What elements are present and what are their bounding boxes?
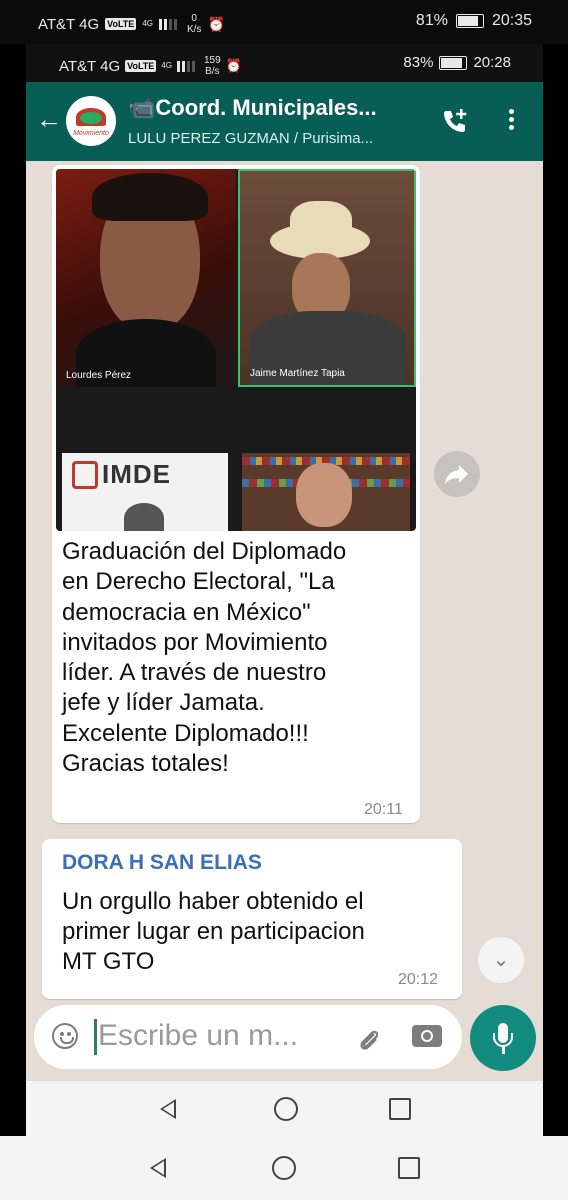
message-input-placeholder[interactable]: Escribe un m...	[98, 1019, 298, 1053]
participant-tile: IMDE	[62, 453, 228, 531]
battery-icon	[455, 14, 484, 28]
inner-screenshot: AT&T 4G VoLTE 4G 159 B/s ⏰ 83% 20:28 ← M…	[26, 44, 543, 1136]
group-avatar[interactable]: Movimiento	[66, 96, 116, 146]
carrier-label: AT&T 4G	[59, 57, 121, 75]
outer-status-bar: AT&T 4G VoLTE 4G 0 K/s ⏰ 81% 20:35	[0, 0, 568, 44]
chat-title[interactable]: 📹Coord. Municipales...	[128, 95, 377, 121]
chat-subtitle[interactable]: LULU PEREZ GUZMAN / Purisima...	[128, 130, 373, 147]
volte-badge: VoLTE	[125, 60, 157, 72]
message-time: 20:12	[398, 971, 439, 988]
net-speed-value: 0	[191, 13, 197, 24]
paperclip-icon[interactable]	[354, 1025, 384, 1055]
sender-name[interactable]: DORA H SAN ELIAS	[62, 851, 262, 875]
net-speed-unit: B/s	[205, 66, 220, 77]
imde-logo-text: IMDE	[102, 459, 171, 489]
battery-percent: 83%	[403, 54, 434, 71]
message-time: 20:11	[364, 801, 403, 818]
net-speed-unit: K/s	[186, 24, 202, 35]
add-call-icon[interactable]	[440, 106, 470, 136]
message-bubble[interactable]: Lourdes Pérez Jaime Martínez Tapia IMDE	[52, 165, 420, 823]
net-speed: 159 B/s	[204, 55, 221, 77]
network-type: 4G	[161, 61, 172, 70]
clock: 20:28	[473, 54, 511, 71]
volte-badge: VoLTE	[105, 18, 137, 30]
participant-tile: Lourdes Pérez	[56, 169, 236, 387]
mic-icon-stand	[502, 1047, 505, 1054]
nav-home-icon[interactable]	[274, 1097, 298, 1121]
imde-logo-icon	[72, 461, 98, 489]
chat-header: ← Movimiento 📹Coord. Municipales... LULU…	[26, 82, 543, 161]
inner-navigation-bar	[26, 1081, 543, 1136]
outer-navigation-bar	[0, 1136, 568, 1200]
double-chevron-down-icon: ⌄	[492, 949, 510, 971]
signal-icon	[176, 60, 195, 72]
participant-hat-crown	[290, 201, 352, 247]
emoji-icon[interactable]	[52, 1023, 78, 1049]
participant-tile: Jaime Martínez Tapia	[238, 169, 416, 387]
inner-status-bar: AT&T 4G VoLTE 4G 159 B/s ⏰ 83% 20:28	[26, 44, 543, 82]
participant-tile	[242, 453, 410, 531]
battery-percent: 81%	[415, 12, 448, 29]
nav-recents-icon[interactable]	[398, 1157, 420, 1179]
nav-recents-icon[interactable]	[389, 1098, 411, 1120]
message-composer[interactable]: Escribe un m...	[34, 1005, 462, 1069]
participant-name: Lourdes Pérez	[66, 370, 132, 381]
carrier-label: AT&T 4G	[38, 15, 100, 33]
net-speed: 0 K/s	[187, 13, 201, 35]
net-speed-value: 159	[203, 55, 221, 66]
participant-figure	[124, 503, 164, 531]
more-vert-icon[interactable]	[506, 106, 516, 136]
logo-shape-inner	[80, 112, 102, 124]
participant-face	[296, 463, 352, 527]
video-call-screenshot[interactable]: Lourdes Pérez Jaime Martínez Tapia IMDE	[56, 169, 416, 531]
scroll-to-bottom-button[interactable]: ⌄	[478, 937, 524, 983]
message-text: Graduación del Diplomado en Derecho Elec…	[62, 538, 347, 778]
camera-icon[interactable]	[412, 1025, 442, 1047]
alarm-icon: ⏰	[207, 15, 225, 32]
clock: 20:35	[491, 12, 532, 29]
network-type: 4G	[142, 19, 153, 28]
nav-back-icon[interactable]	[150, 1158, 166, 1178]
alarm-icon: ⏰	[225, 58, 242, 73]
message-text: Un orgullo haber obtenido el primer luga…	[62, 888, 365, 975]
avatar-logo-text: Movimiento	[73, 130, 109, 137]
chat-area: Lourdes Pérez Jaime Martínez Tapia IMDE	[26, 161, 543, 1081]
participant-hair	[92, 173, 208, 221]
share-icon	[445, 465, 468, 484]
arrow-left-icon[interactable]: ←	[36, 106, 62, 132]
mic-button[interactable]	[470, 1005, 536, 1071]
message-bubble[interactable]: DORA H SAN ELIAS Un orgullo haber obteni…	[42, 839, 462, 999]
text-cursor	[94, 1019, 97, 1055]
nav-home-icon[interactable]	[272, 1156, 296, 1180]
mic-icon-base	[493, 1033, 513, 1047]
nav-back-icon[interactable]	[160, 1099, 176, 1119]
battery-icon	[439, 55, 468, 70]
participant-name: Jaime Martínez Tapia	[250, 368, 345, 379]
forward-button[interactable]	[434, 451, 480, 497]
signal-icon	[158, 18, 177, 30]
